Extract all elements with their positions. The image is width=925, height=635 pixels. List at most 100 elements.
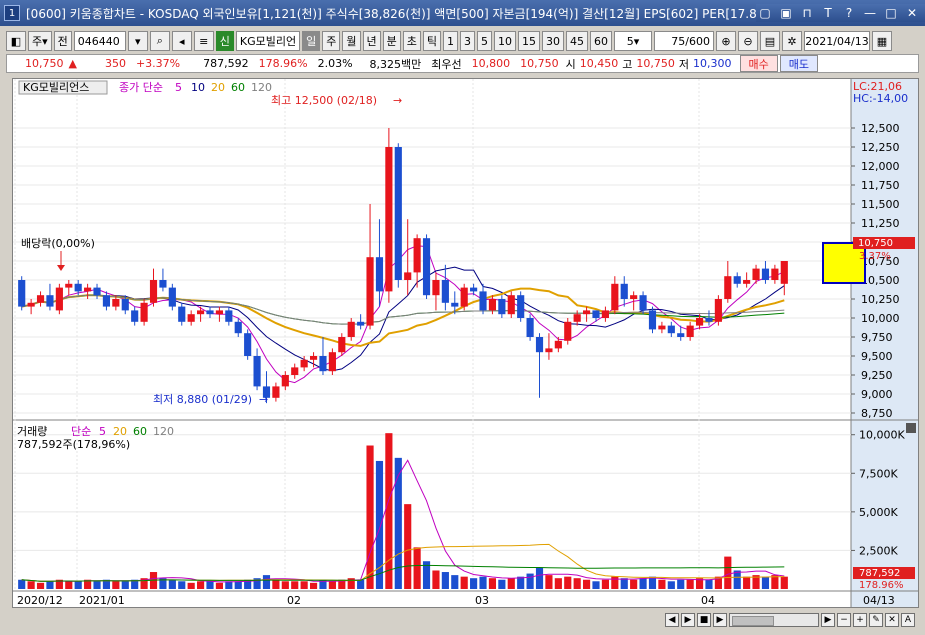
volume-bar [535,567,544,589]
period-select[interactable]: 주 ▾ [28,31,52,51]
candle-body [639,295,647,311]
x-tick-label: 03 [475,594,489,607]
close-icon[interactable]: ✕ [903,4,921,22]
interval-month[interactable]: 월 [342,31,361,51]
interval-year[interactable]: 년 [362,31,381,51]
volume-bar [724,556,732,589]
interval-second[interactable]: 초 [402,31,421,51]
volume-bar [187,582,195,589]
volume-rate-tag: 178.96% [859,580,904,591]
maximize-icon[interactable]: □ [882,4,900,22]
candle-body [771,268,779,280]
next-icon[interactable]: ▶ [713,613,727,627]
x-tick-label: 2021/01 [79,594,125,607]
scroll-end-icon[interactable]: ▶ [821,613,835,627]
volume-bar [168,579,176,589]
volume-bar [573,578,581,589]
candle-body [451,302,459,307]
interval-minute[interactable]: 분 [382,31,401,51]
mode-button[interactable]: 전 [53,31,72,51]
calendar-icon[interactable]: ▦ [872,31,892,51]
gear-icon[interactable]: ✲ [782,31,802,51]
minute-60[interactable]: 60 [590,31,612,51]
volume-bar [357,579,365,589]
candle-body [413,238,421,273]
ma-120[interactable]: 120 [251,81,272,94]
stop-icon[interactable]: ■ [697,613,711,627]
zoom-minus-icon[interactable]: − [837,613,851,627]
volume-bar [262,575,271,589]
search-icon[interactable]: ⌕ [149,31,170,51]
minute-10[interactable]: 10 [494,31,516,51]
ma-label: 종가 단순 [119,81,163,94]
minute-45[interactable]: 45 [566,31,588,51]
layout-icon[interactable]: ◧ [6,31,26,51]
settings-icon[interactable]: ≡ [193,31,214,51]
candle-body [526,318,534,337]
cross-icon[interactable]: ✕ [885,613,899,627]
count-input[interactable]: 75/600 [654,31,714,51]
zoom-out-icon[interactable]: ⊖ [738,31,758,51]
volume-bar [554,578,562,589]
text-tool-icon[interactable]: A [901,613,915,627]
buy-button[interactable]: 매수 [739,55,778,72]
minute-select[interactable]: 5 ▾ [614,31,652,51]
interval-tick[interactable]: 틱 [422,31,441,51]
chart-scrollbar[interactable] [729,613,819,627]
minute-30[interactable]: 30 [542,31,564,51]
ma-5[interactable]: 5 [175,81,182,94]
high-arrow-icon: → [393,94,402,107]
candle-body [65,283,73,288]
interval-day[interactable]: 일 [302,31,321,51]
code-input[interactable]: 046440 [73,31,126,51]
quote-bar: 10,750 ▲ 350 +3.37% 787,592 178.96% 2.03… [6,54,919,73]
candle-body [131,310,139,322]
sell-button[interactable]: 매도 [779,55,819,72]
chart-area[interactable]: 12,50012,25012,00011,75011,50011,25011,0… [12,78,919,608]
volume-ma-120[interactable]: 120 [153,425,174,438]
volume-ma-60[interactable]: 60 [133,425,147,438]
minimize-icon[interactable]: — [861,4,879,22]
ma-20[interactable]: 20 [211,81,225,94]
pin-icon[interactable]: ⊓ [798,4,816,22]
play-icon[interactable]: ▶ [681,613,695,627]
ma-10[interactable]: 10 [191,81,205,94]
volume-bar [686,579,694,589]
volume-ma-20[interactable]: 20 [113,425,127,438]
x-tick-label: 02 [287,594,301,607]
volume-bar [592,581,600,589]
pencil-icon[interactable]: ✎ [869,613,883,627]
text-icon[interactable]: T [819,4,837,22]
minute-1[interactable]: 1 [443,31,458,51]
candle-body [752,268,760,280]
collapse-icon[interactable] [906,423,916,433]
zoom-plus-icon[interactable]: + [853,613,867,627]
ma-60[interactable]: 60 [231,81,245,94]
candle-body [695,318,704,326]
volume-bar [470,578,478,589]
volume-bar [46,581,54,589]
interval-week[interactable]: 주 [322,31,341,51]
tile-icon[interactable]: ▣ [777,4,795,22]
save-icon[interactable]: ▤ [760,31,780,51]
low-label: 저 [678,57,690,71]
zoom-in-icon[interactable]: ⊕ [716,31,736,51]
candle-body [300,359,308,368]
price-tick-label: 12,250 [861,141,900,154]
code-dropdown-icon[interactable]: ▾ [127,31,148,51]
high-price: 10,750 [636,57,675,70]
volume-ma-5[interactable]: 5 [99,425,106,438]
minute-3[interactable]: 3 [460,31,475,51]
sound-icon[interactable]: ◂ [171,31,192,51]
volume-ma-5 [21,459,785,583]
candle-body [479,291,487,311]
candle-body [197,310,205,315]
restore-icon[interactable]: ▢ [756,4,774,22]
price-volume-chart[interactable]: 12,50012,25012,00011,75011,50011,25011,0… [13,79,918,607]
date-input[interactable]: 2021/04/13 [804,31,870,51]
minute-15[interactable]: 15 [518,31,540,51]
minute-5[interactable]: 5 [477,31,492,51]
help-icon[interactable]: ? [840,4,858,22]
candle-body [375,257,384,292]
prev-icon[interactable]: ◀ [665,613,679,627]
